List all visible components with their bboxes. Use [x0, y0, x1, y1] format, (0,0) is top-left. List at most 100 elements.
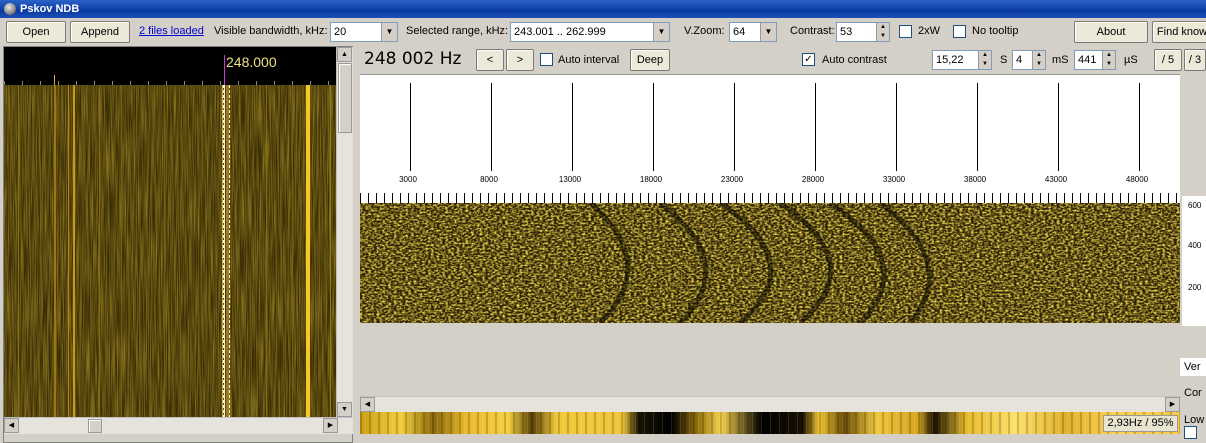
side-option-cor[interactable]: Cor	[1180, 384, 1206, 402]
y-tick-label: 200	[1188, 283, 1202, 292]
spinner-arrows-icon[interactable]: ▲ ▼	[1032, 51, 1045, 69]
waterfall-svg	[4, 85, 336, 417]
x-tick-label: 43000	[1044, 175, 1068, 184]
files-loaded-link[interactable]: 2 files loaded	[139, 20, 204, 42]
side-checkbox[interactable]	[1184, 426, 1197, 439]
cursor-frequency: 248.000	[226, 54, 277, 70]
app-icon	[4, 3, 16, 15]
auto-contrast-checkbox[interactable]: ✓	[802, 53, 815, 66]
us-value: 441	[1078, 54, 1097, 66]
frequency-readout: 248 002 Hz	[364, 49, 462, 69]
scroll-left-icon[interactable]: ◀	[360, 397, 375, 412]
spectrum-line	[1139, 83, 1140, 171]
scroll-down-icon[interactable]: ▼	[337, 402, 352, 417]
chevron-down-icon[interactable]: ▼	[760, 23, 776, 41]
open-button[interactable]: Open	[6, 21, 66, 43]
period-unit: S	[1000, 54, 1008, 66]
frequency-ruler-ticks	[360, 193, 1180, 203]
auto-contrast-label: Auto contrast	[822, 54, 887, 66]
ms-value: 4	[1016, 54, 1023, 66]
side-option-ver[interactable]: Ver	[1180, 358, 1206, 376]
left-horizontal-scrollbar[interactable]: ◀ ▶	[4, 417, 353, 434]
y-tick-label: 600	[1188, 201, 1202, 210]
no-tooltip-label: No tooltip	[972, 25, 1019, 37]
chevron-down-icon[interactable]: ▼	[653, 23, 669, 41]
range-label: Selected range, kHz:	[406, 25, 509, 37]
auto-interval-checkbox[interactable]	[540, 53, 553, 66]
spectrum-line	[572, 83, 573, 171]
vzoom-value: 64	[733, 26, 746, 38]
ms-spinner[interactable]: 4 ▲ ▼	[1012, 50, 1046, 70]
twoxw-label: 2xW	[918, 25, 940, 37]
deep-button[interactable]: Deep	[630, 49, 670, 71]
spinner-arrows-icon[interactable]: ▲ ▼	[876, 23, 889, 41]
about-button[interactable]: About	[1074, 21, 1148, 43]
prev-button[interactable]: <	[476, 49, 504, 71]
chevron-down-icon[interactable]: ▼	[381, 23, 397, 41]
auto-interval-label: Auto interval	[558, 54, 620, 66]
frequency-ruler: 248.000	[4, 47, 336, 85]
spectrum-line	[653, 83, 654, 171]
x-tick-label: 28000	[801, 175, 825, 184]
us-unit: µS	[1124, 54, 1138, 66]
waterfall-display[interactable]	[4, 85, 336, 417]
window-title: Pskov NDB	[20, 3, 80, 15]
scroll-up-icon[interactable]: ▲	[337, 47, 352, 62]
right-horizontal-scrollbar[interactable]: ◀ ▶	[360, 396, 1180, 412]
scroll-right-icon[interactable]: ▶	[1165, 397, 1180, 412]
spectrum-line	[410, 83, 411, 171]
right-analysis-panel: 248 002 Hz < > Auto interval Deep ✓ Auto…	[358, 46, 1206, 443]
twoxw-checkbox[interactable]	[899, 25, 912, 38]
bandwidth-select[interactable]: 20 ▼	[330, 22, 398, 42]
divide-5-button[interactable]: / 5	[1154, 49, 1182, 71]
spinner-arrows-icon[interactable]: ▲ ▼	[1102, 51, 1115, 69]
contrast-spinner[interactable]: 53 ▲ ▼	[836, 22, 890, 42]
contrast-value: 53	[840, 26, 853, 38]
ms-unit: mS	[1052, 54, 1069, 66]
y-tick-label: 400	[1188, 241, 1202, 250]
spectrogram-y-axis: 600 400 200	[1182, 196, 1206, 326]
scroll-right-icon[interactable]: ▶	[323, 418, 338, 433]
period-value: 15,22	[936, 54, 964, 66]
us-spinner[interactable]: 441 ▲ ▼	[1074, 50, 1116, 70]
x-tick-label: 23000	[720, 175, 744, 184]
bandwidth-label: Visible bandwidth, kHz:	[214, 25, 328, 37]
spectrogram[interactable]	[360, 203, 1180, 323]
left-vertical-scrollbar[interactable]: ▲ ▼	[336, 47, 353, 417]
range-select[interactable]: 243.001 .. 262.999 ▼	[510, 22, 670, 42]
append-button[interactable]: Append	[70, 21, 130, 43]
spectrogram-svg	[360, 203, 1180, 323]
signal-color-bar[interactable]	[360, 412, 1180, 434]
x-tick-label: 38000	[963, 175, 987, 184]
contrast-label: Contrast:	[790, 25, 835, 37]
bandwidth-value: 20	[334, 26, 347, 38]
spectrum-line	[491, 83, 492, 171]
spinner-arrows-icon[interactable]: ▲ ▼	[978, 51, 991, 69]
no-tooltip-checkbox[interactable]	[953, 25, 966, 38]
spectrum-line	[977, 83, 978, 171]
spectrum-line	[1058, 83, 1059, 171]
find-known-button[interactable]: Find know	[1152, 21, 1206, 43]
x-tick-label: 8000	[480, 175, 498, 184]
toolbar: Open Append 2 files loaded Visible bandw…	[0, 18, 1206, 44]
x-tick-label: 33000	[882, 175, 906, 184]
period-spinner[interactable]: 15,22 ▲ ▼	[932, 50, 992, 70]
divide-3-button[interactable]: / 3	[1184, 49, 1206, 71]
x-tick-label: 3000	[399, 175, 417, 184]
scroll-thumb[interactable]	[338, 63, 352, 133]
vzoom-select[interactable]: 64 ▼	[729, 22, 777, 42]
scroll-left-icon[interactable]: ◀	[4, 418, 19, 433]
next-button[interactable]: >	[506, 49, 534, 71]
left-waterfall-panel: 248.000 ▲ ▼ ◀ ▶	[3, 46, 353, 443]
title-bar: Pskov NDB	[0, 0, 1206, 18]
spectrum-line	[734, 83, 735, 171]
spectrum-line	[896, 83, 897, 171]
color-bar-texture	[360, 412, 1180, 434]
x-tick-label: 18000	[639, 175, 663, 184]
scroll-thumb[interactable]	[88, 419, 102, 433]
range-value: 243.001 .. 262.999	[514, 26, 606, 38]
resolution-readout: 2,93Hz / 95%	[1103, 415, 1178, 432]
spectrum-line	[815, 83, 816, 171]
x-tick-label: 13000	[558, 175, 582, 184]
x-tick-label: 48000	[1125, 175, 1149, 184]
